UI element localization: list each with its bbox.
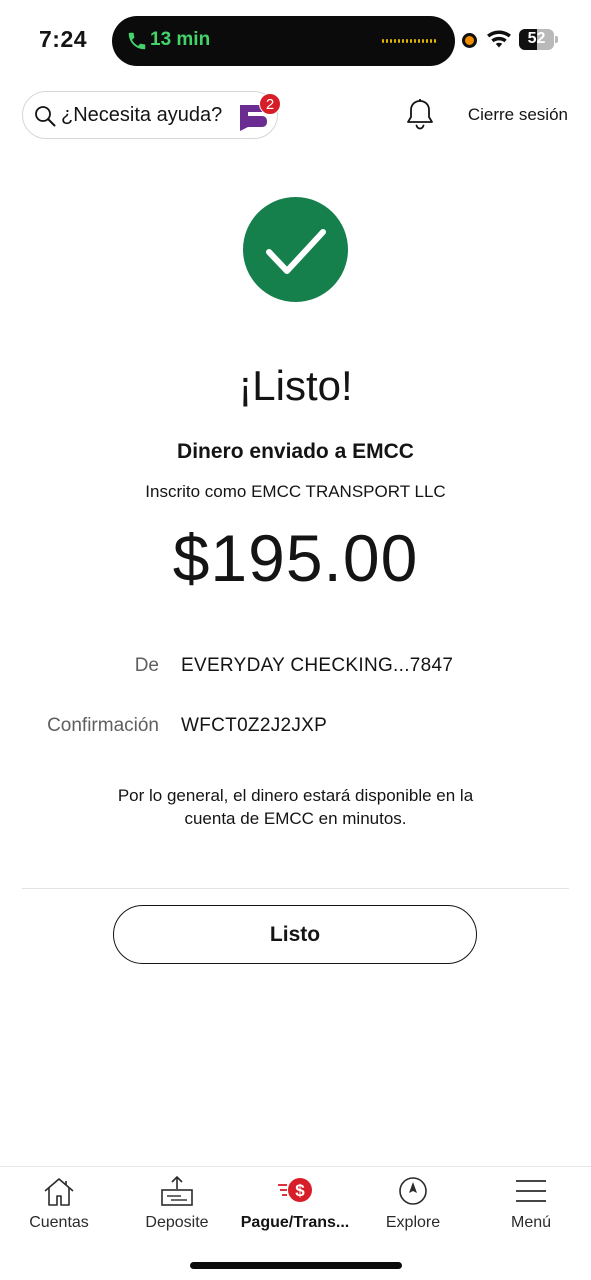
help-search-text: ¿Necesita ayuda?	[61, 104, 223, 126]
confirmation-title: ¡Listo!	[238, 362, 353, 409]
home-icon	[44, 1178, 74, 1206]
transfer-amount: $195.00	[172, 521, 419, 595]
recipient-enrolled-as: Inscrito como EMCC TRANSPORT LLC	[145, 482, 446, 501]
availability-note: Por lo general, el dinero estará disponi…	[117, 786, 474, 828]
dynamic-island-call[interactable]: 13 min	[112, 16, 455, 66]
battery-level: 52	[527, 30, 546, 47]
status-time: 7:24	[39, 26, 88, 52]
home-indicator[interactable]	[190, 1262, 402, 1269]
divider	[22, 888, 569, 889]
logout-link[interactable]: Cierre sesión	[468, 105, 568, 125]
status-bar: 7:24 13 min 52	[0, 0, 591, 80]
nav-label-deposit: Deposite	[145, 1214, 209, 1231]
nav-item-accounts[interactable]: Cuentas	[0, 1167, 118, 1247]
call-duration: 13 min	[150, 29, 211, 50]
menu-icon	[516, 1180, 546, 1202]
nav-item-deposit[interactable]: Deposite	[118, 1167, 236, 1247]
confirmation-subtitle: Dinero enviado a EMCC	[177, 440, 414, 463]
help-search-bar[interactable]: ¿Necesita ayuda? 2	[22, 91, 281, 139]
deposit-icon	[161, 1176, 193, 1206]
bell-icon[interactable]	[404, 98, 436, 132]
nav-item-menu[interactable]: Menú	[472, 1167, 590, 1247]
pay-transfer-icon: $	[278, 1178, 312, 1202]
orange-dot-indicator	[462, 33, 477, 48]
done-button[interactable]: Listo	[113, 905, 477, 964]
svg-text:$: $	[295, 1181, 305, 1200]
battery-icon: 52	[519, 29, 558, 50]
notification-badge: 2	[259, 93, 281, 115]
wifi-icon	[487, 30, 511, 48]
audio-waveform	[382, 38, 436, 44]
nav-label-menu: Menú	[510, 1214, 552, 1231]
nav-item-pay-transfer[interactable]: $ Pague/Trans...	[236, 1167, 354, 1247]
confirmation-number-value: WFCT0Z2J2JXP	[181, 715, 328, 736]
nav-label-explore: Explore	[385, 1214, 441, 1231]
from-label: De	[134, 655, 159, 676]
confirmation-number-label: Confirmación	[47, 715, 159, 736]
nav-label-pay-transfer: Pague/Trans...	[240, 1214, 350, 1231]
success-check-icon	[243, 197, 348, 302]
from-account-value: EVERYDAY CHECKING...7847	[181, 655, 454, 676]
search-icon	[35, 106, 56, 127]
phone-icon	[128, 32, 146, 50]
nav-item-explore[interactable]: Explore	[354, 1167, 472, 1247]
compass-icon	[399, 1177, 427, 1205]
nav-label-accounts: Cuentas	[29, 1214, 89, 1231]
